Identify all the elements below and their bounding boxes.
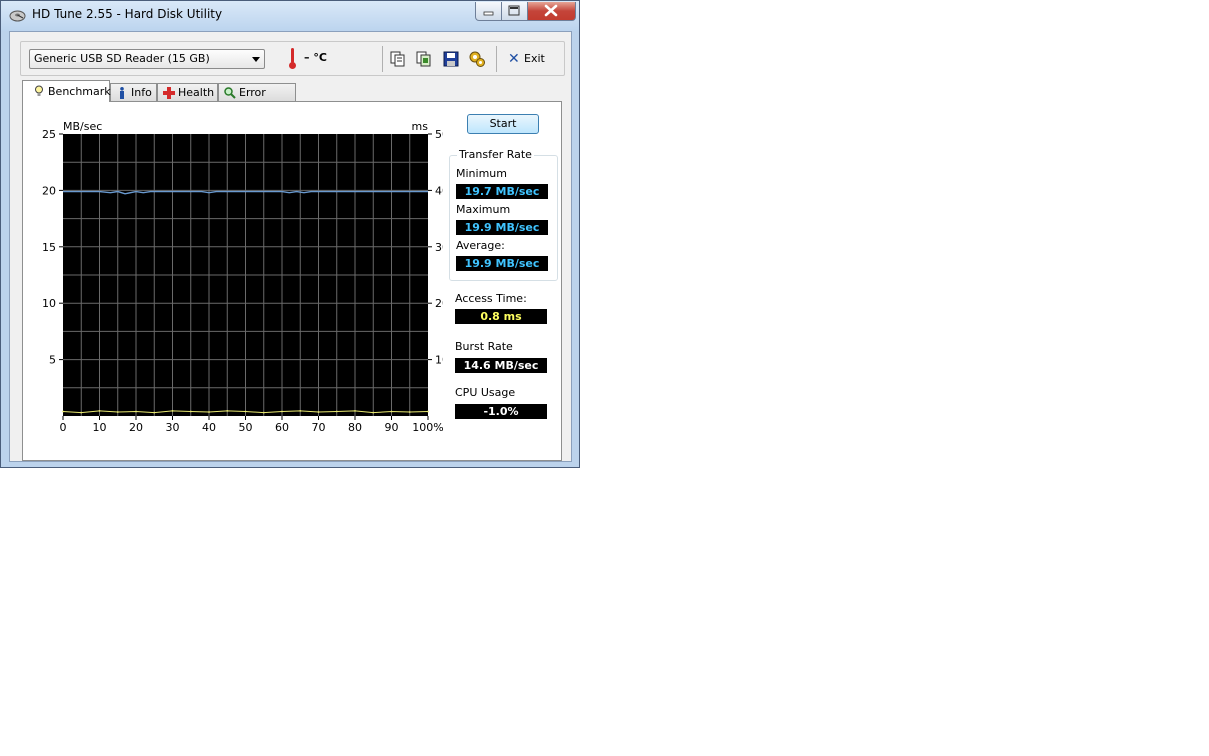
x-tick-label: 60	[275, 421, 289, 434]
client-area: Generic USB SD Reader (15 GB) – °C ✕ Exi…	[9, 31, 572, 462]
access-time-point	[208, 411, 210, 413]
access-time-point	[262, 411, 265, 414]
access-time-point	[317, 411, 320, 413]
access-time-point	[354, 410, 356, 412]
x-tick-label: 40	[202, 421, 216, 434]
access-time-point	[335, 410, 338, 413]
minimize-icon	[483, 11, 494, 16]
options-icon[interactable]	[468, 50, 486, 68]
window-title: HD Tune 2.55 - Hard Disk Utility	[32, 7, 223, 21]
access-time-point	[62, 410, 64, 413]
toolbar-separator	[382, 46, 383, 72]
toolbar-separator	[496, 46, 497, 72]
title-bar[interactable]: HD Tune 2.55 - Hard Disk Utility	[1, 1, 579, 31]
maximize-button[interactable]	[502, 2, 528, 21]
maximum-label: Maximum	[456, 203, 511, 216]
thermometer-icon	[289, 48, 296, 69]
save-icon[interactable]	[442, 50, 460, 68]
toolbar: Generic USB SD Reader (15 GB) – °C ✕ Exi…	[20, 41, 565, 76]
y2-axis-label: ms	[412, 120, 429, 133]
access-time-value: 0.8 ms	[455, 309, 547, 324]
access-time-point	[408, 411, 411, 413]
y2-tick-label: 40	[435, 184, 443, 197]
magnifier-icon	[224, 87, 236, 99]
x-tick-label: 0	[60, 421, 67, 434]
access-time-point	[153, 411, 156, 414]
average-label: Average:	[456, 239, 505, 252]
x-tick-label: 80	[348, 421, 362, 434]
x-tick-label: 90	[385, 421, 399, 434]
lightbulb-icon	[35, 85, 43, 96]
copy-icon[interactable]	[389, 50, 407, 68]
y-tick-label: 20	[42, 184, 56, 197]
drive-select-value: Generic USB SD Reader (15 GB)	[34, 52, 210, 65]
y-tick-label: 10	[42, 297, 56, 310]
tab-label: Benchmark	[48, 85, 111, 98]
tab-benchmark[interactable]: Benchmark	[22, 80, 111, 102]
access-time-point	[98, 410, 101, 412]
access-time-point	[427, 410, 429, 413]
transfer-rate-group: Transfer Rate Minimum 19.7 MB/sec Maximu…	[449, 148, 558, 281]
transfer-rate-title: Transfer Rate	[457, 148, 534, 161]
drive-select[interactable]: Generic USB SD Reader (15 GB)	[29, 49, 265, 69]
chevron-down-icon	[252, 57, 260, 62]
burst-rate-value: 14.6 MB/sec	[455, 358, 547, 373]
access-time-point	[116, 411, 119, 413]
tab-info[interactable]: Info	[110, 83, 157, 101]
info-icon	[120, 87, 124, 99]
temperature-readout: – °C	[304, 51, 327, 64]
access-time-point	[372, 411, 375, 414]
benchmark-panel: 25 20 15 10 5 50 40 30 20 10 0 10 20 30 40 50 60 70 80 90 10…	[22, 101, 562, 461]
close-button[interactable]	[528, 2, 576, 21]
chart-grid	[63, 134, 428, 416]
maximum-value: 19.9 MB/sec	[456, 220, 548, 235]
x-tick-label: 50	[239, 421, 253, 434]
access-time-point	[390, 410, 393, 413]
access-time-point	[226, 410, 229, 412]
burst-rate-label: Burst Rate	[455, 340, 513, 353]
access-time-point	[299, 410, 302, 412]
access-time-point	[244, 410, 247, 413]
hard-disk-app-icon	[9, 10, 26, 22]
start-button[interactable]: Start	[467, 114, 539, 134]
y-tick-label: 5	[49, 354, 56, 367]
y-tick-label: 25	[42, 128, 56, 141]
x-tick-label: 70	[312, 421, 326, 434]
minimize-button[interactable]	[475, 2, 502, 21]
y2-tick-label: 10	[435, 354, 443, 367]
tab-error-scan[interactable]: Error Scan	[218, 83, 296, 116]
copy-all-icon[interactable]	[415, 50, 433, 68]
cpu-usage-label: CPU Usage	[455, 386, 516, 399]
y-tick-label: 15	[42, 241, 56, 254]
exit-x-icon[interactable]: ✕	[508, 52, 520, 66]
benchmark-chart: 25 20 15 10 5 50 40 30 20 10 0 10 20 30 40 50 60 70 80 90 10…	[42, 120, 443, 434]
average-value: 19.9 MB/sec	[456, 256, 548, 271]
access-time-point	[281, 410, 283, 413]
access-time-point	[80, 411, 83, 414]
health-cross-icon	[163, 87, 175, 99]
close-icon	[544, 4, 558, 17]
access-time-label: Access Time:	[455, 292, 527, 305]
app-window: HD Tune 2.55 - Hard Disk Utility Generic…	[0, 0, 580, 468]
tab-label: Health	[178, 86, 215, 99]
minimum-label: Minimum	[456, 167, 507, 180]
exit-button[interactable]: Exit	[524, 52, 545, 65]
tab-label: Info	[131, 86, 152, 99]
x-tick-label: 20	[129, 421, 143, 434]
y2-tick-label: 30	[435, 241, 443, 254]
maximize-icon	[508, 5, 520, 16]
y2-tick-label: 20	[435, 297, 443, 310]
access-time-point	[135, 410, 137, 413]
x-tick-label: 30	[166, 421, 180, 434]
minimum-value: 19.7 MB/sec	[456, 184, 548, 199]
y-axis-label: MB/sec	[63, 120, 102, 133]
cpu-usage-value: -1.0%	[455, 404, 547, 419]
y2-tick-label: 50	[435, 128, 443, 141]
x-tick-label: 10	[93, 421, 107, 434]
access-time-point	[189, 410, 192, 413]
access-time-point	[171, 410, 174, 412]
tab-health[interactable]: Health	[157, 83, 218, 101]
x-tick-label: 100%	[412, 421, 443, 434]
